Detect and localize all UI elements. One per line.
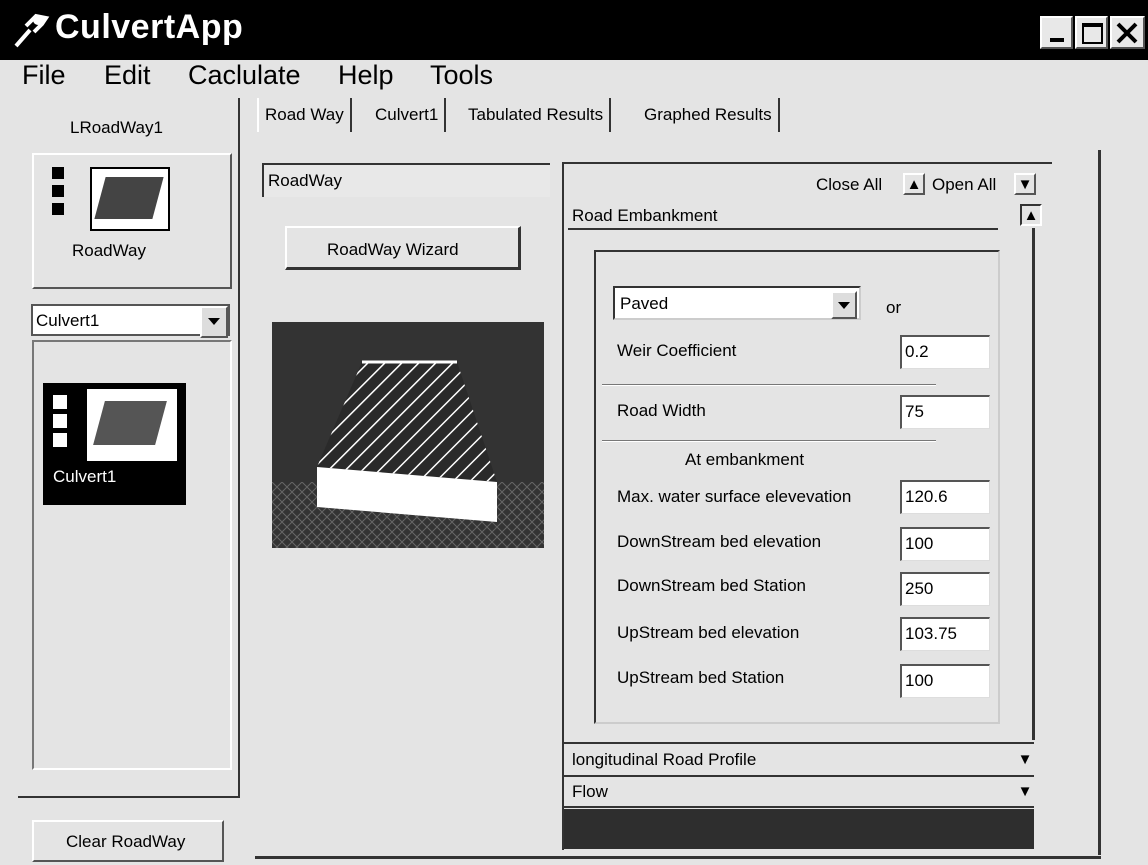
culvert-item[interactable]: Culvert1 — [43, 383, 186, 505]
app-icon — [12, 10, 52, 50]
roadway-name-field[interactable]: RoadWay — [262, 163, 550, 197]
roadway-item[interactable]: RoadWay — [32, 153, 232, 289]
panel-footer — [564, 809, 1034, 849]
culvert-select[interactable]: Culvert1 — [31, 304, 230, 338]
section-road-embankment[interactable]: Road Embankment — [572, 206, 718, 226]
section-flow[interactable]: Flow — [572, 782, 608, 802]
clear-roadway-button[interactable]: Clear RoadWay — [32, 820, 224, 862]
weir-coefficient-input[interactable]: 0.2 — [900, 335, 990, 369]
expand-longitudinal-button[interactable]: ▼ — [1014, 750, 1036, 772]
tab-tabulated-results[interactable]: Tabulated Results — [462, 98, 612, 132]
chevron-down-icon — [831, 291, 857, 319]
content-border-bottom — [255, 856, 1101, 859]
roadway-thumbnail — [90, 167, 170, 231]
roadway-preview-image — [272, 322, 544, 548]
arrow-down-icon: ▼ — [1017, 751, 1033, 768]
divider — [602, 440, 936, 442]
tab-graphed-results[interactable]: Graphed Results — [638, 98, 780, 132]
upstream-bed-elevation-input[interactable]: 103.75 — [900, 617, 990, 651]
expand-flow-button[interactable]: ▼ — [1014, 782, 1036, 804]
upstream-bed-elevation-label: UpStream bed elevation — [617, 623, 800, 642]
downstream-bed-elevation-input[interactable]: 100 — [900, 527, 990, 561]
item-icons — [53, 395, 67, 447]
divider — [602, 384, 936, 386]
close-button[interactable] — [1110, 16, 1145, 49]
at-embankment-label: At embankment — [685, 450, 805, 469]
minimize-button[interactable] — [1040, 16, 1073, 49]
project-label: LRoadWay1 — [70, 118, 163, 137]
menu-file[interactable]: File — [22, 60, 66, 91]
close-all-button[interactable]: ▲ — [903, 173, 925, 195]
section-divider — [564, 775, 1034, 777]
upstream-bed-station-label: UpStream bed Station — [617, 668, 785, 687]
open-all-label: Open All — [932, 175, 997, 194]
content-border-right — [1098, 150, 1101, 855]
weir-coefficient-label: Weir Coefficient — [617, 341, 737, 360]
menu-help[interactable]: Help — [338, 60, 394, 91]
arrow-up-icon: ▲ — [1023, 207, 1039, 224]
chevron-down-icon — [200, 306, 228, 338]
open-all-button[interactable]: ▼ — [1014, 173, 1036, 195]
tab-culvert1[interactable]: Culvert1 — [369, 98, 447, 132]
roadway-item-label: RoadWay — [72, 241, 147, 260]
menu-edit[interactable]: Edit — [104, 60, 151, 91]
item-icons — [52, 167, 64, 227]
maximize-button[interactable] — [1075, 16, 1108, 49]
close-all-label: Close All — [816, 175, 883, 194]
arrow-up-icon: ▲ — [906, 176, 922, 193]
menu-tools[interactable]: Tools — [430, 60, 493, 91]
section-divider — [568, 228, 998, 230]
minimize-icon — [1050, 38, 1064, 42]
close-icon — [1116, 22, 1138, 44]
section-divider — [564, 742, 1034, 744]
culvert-thumbnail — [87, 389, 177, 461]
collapse-road-embankment-button[interactable]: ▲ — [1020, 204, 1042, 226]
arrow-down-icon: ▼ — [1017, 783, 1033, 800]
downstream-bed-station-input[interactable]: 250 — [900, 572, 990, 606]
road-width-label: Road Width — [617, 401, 706, 420]
or-label: or — [886, 298, 902, 317]
max-water-surface-input[interactable]: 120.6 — [900, 480, 990, 514]
section-longitudinal-road-profile[interactable]: longitudinal Road Profile — [572, 750, 756, 770]
roadway-wizard-button[interactable]: RoadWay Wizard — [285, 226, 521, 270]
maximize-icon — [1082, 23, 1103, 44]
upstream-bed-station-input[interactable]: 100 — [900, 664, 990, 698]
road-width-input[interactable]: 75 — [900, 395, 990, 429]
culvert-item-label: Culvert1 — [53, 467, 117, 486]
tab-road-way[interactable]: Road Way — [257, 98, 352, 132]
arrow-down-icon: ▼ — [1017, 176, 1033, 193]
surface-select[interactable]: Paved — [613, 286, 861, 320]
app-title: CulvertApp — [55, 8, 244, 46]
menu-calculate[interactable]: Caclulate — [188, 60, 301, 91]
downstream-bed-elevation-label: DownStream bed elevation — [617, 532, 822, 551]
downstream-bed-station-label: DownStream bed Station — [617, 576, 806, 595]
scroll-border — [1032, 228, 1035, 740]
max-water-surface-label: Max. water surface elevevation — [617, 487, 852, 506]
section-divider — [564, 806, 1034, 808]
